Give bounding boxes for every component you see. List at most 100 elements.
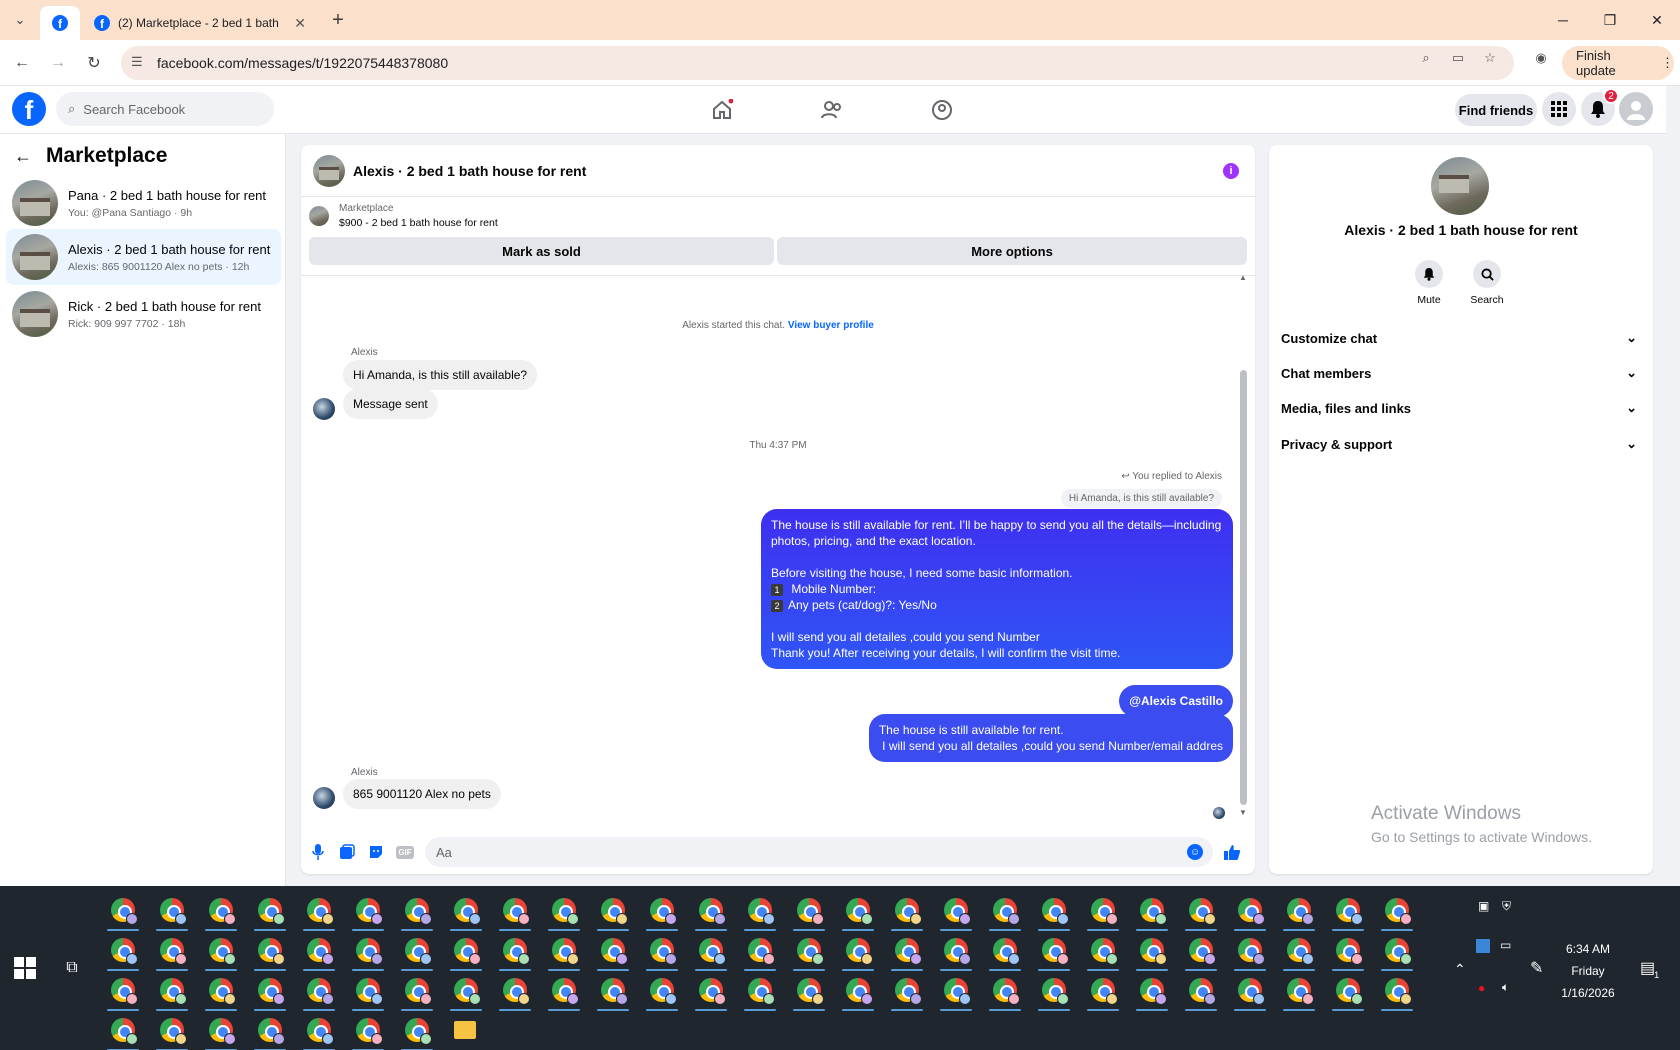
record-indicator-icon[interactable]: ● [1478, 981, 1485, 995]
chat-members-row[interactable]: Chat members ⌄ [1281, 361, 1637, 385]
chrome-profile-taskbar-icon[interactable] [499, 978, 531, 1011]
chrome-profile-taskbar-icon[interactable] [793, 978, 825, 1011]
back-arrow-icon[interactable]: ← [14, 146, 32, 167]
info-panel-title[interactable]: Alexis · 2 bed 1 bath house for rent [1269, 222, 1653, 238]
conversation-item-pana[interactable]: Pana · 2 bed 1 bath house for rent You: … [6, 175, 281, 231]
friends-nav-icon[interactable] [817, 96, 847, 124]
chrome-profile-taskbar-icon[interactable] [1185, 938, 1217, 971]
chrome-profile-taskbar-icon[interactable] [107, 1018, 139, 1050]
emoji-icon[interactable]: ☺ [1187, 844, 1203, 860]
chrome-profile-taskbar-icon[interactable] [156, 978, 188, 1011]
chrome-profile-taskbar-icon[interactable] [450, 978, 482, 1011]
show-hidden-icons-chevron-icon[interactable]: ⌃ [1454, 961, 1466, 978]
scroll-down-arrow-icon[interactable]: ▼ [1239, 808, 1247, 817]
sender-avatar[interactable] [313, 398, 335, 420]
chrome-profile-taskbar-icon[interactable] [940, 938, 972, 971]
chrome-profile-taskbar-icon[interactable] [940, 898, 972, 931]
scrollbar-thumb[interactable] [1240, 370, 1247, 805]
chrome-profile-taskbar-icon[interactable] [499, 938, 531, 971]
new-tab-button[interactable]: + [326, 8, 350, 32]
chrome-profile-taskbar-icon[interactable] [989, 938, 1021, 971]
chrome-profile-taskbar-icon[interactable] [1185, 898, 1217, 931]
chrome-profile-taskbar-icon[interactable] [1087, 978, 1119, 1011]
chrome-profile-taskbar-icon[interactable] [401, 978, 433, 1011]
chrome-profile-taskbar-icon[interactable] [450, 938, 482, 971]
chrome-profile-taskbar-icon[interactable] [597, 978, 629, 1011]
media-files-links-row[interactable]: Media, files and links ⌄ [1281, 396, 1637, 420]
chrome-profile-taskbar-icon[interactable] [254, 978, 286, 1011]
pen-icon[interactable]: ✎ [1530, 958, 1543, 978]
taskbar-clock[interactable]: 6:34 AM Friday 1/16/2026 [1548, 938, 1628, 1004]
forward-button[interactable]: → [44, 49, 72, 77]
display-icon[interactable]: ▭ [1500, 938, 1511, 952]
message-input[interactable]: Aa ☺ [425, 837, 1213, 867]
groups-nav-icon[interactable] [927, 96, 957, 124]
chrome-profile-taskbar-icon[interactable] [1136, 978, 1168, 1011]
volume-icon[interactable]: 🔈︎ [1502, 980, 1509, 995]
profile-icon[interactable]: ◉ [1531, 48, 1551, 68]
chrome-profile-taskbar-icon[interactable] [254, 1018, 286, 1050]
chrome-profile-taskbar-icon[interactable] [303, 978, 335, 1011]
chrome-profile-taskbar-icon[interactable] [940, 978, 972, 1011]
chrome-profile-taskbar-icon[interactable] [891, 898, 923, 931]
message-bubble-incoming[interactable]: 865 9001120 Alex no pets [343, 779, 501, 809]
chrome-profile-taskbar-icon[interactable] [1038, 898, 1070, 931]
chrome-profile-taskbar-icon[interactable] [1381, 938, 1413, 971]
search-facebook-input[interactable]: ⌕ Search Facebook [56, 92, 274, 126]
mention-text[interactable]: @Alexis Castillo [1129, 694, 1223, 708]
chrome-profile-taskbar-icon[interactable] [1038, 938, 1070, 971]
chrome-profile-taskbar-icon[interactable] [646, 898, 678, 931]
mark-as-sold-button[interactable]: Mark as sold [309, 237, 774, 265]
chrome-profile-taskbar-icon[interactable] [303, 938, 335, 971]
chrome-profile-taskbar-icon[interactable] [1185, 978, 1217, 1011]
chrome-profile-taskbar-icon[interactable] [107, 978, 139, 1011]
chrome-profile-taskbar-icon[interactable] [1038, 978, 1070, 1011]
chrome-profile-taskbar-icon[interactable] [156, 1018, 188, 1050]
chrome-profile-taskbar-icon[interactable] [352, 978, 384, 1011]
chrome-profile-taskbar-icon[interactable] [548, 898, 580, 931]
chrome-profile-taskbar-icon[interactable] [695, 978, 727, 1011]
mute-action[interactable]: Mute [1411, 260, 1447, 306]
chrome-profile-taskbar-icon[interactable] [303, 1018, 335, 1050]
chrome-profile-taskbar-icon[interactable] [499, 898, 531, 931]
meet-now-icon[interactable]: ▣ [1478, 899, 1489, 913]
message-bubble-incoming[interactable]: Hi Amanda, is this still available? [343, 360, 538, 390]
sender-avatar[interactable] [313, 787, 335, 809]
chrome-profile-taskbar-icon[interactable] [1234, 938, 1266, 971]
restore-button[interactable]: ❐ [1587, 0, 1633, 40]
finish-update-button[interactable]: Finish update ⋮ [1562, 46, 1674, 80]
chrome-profile-taskbar-icon[interactable] [695, 898, 727, 931]
chrome-profile-taskbar-icon[interactable] [842, 938, 874, 971]
message-bubble-mention[interactable]: @Alexis Castillo [1119, 685, 1233, 717]
security-shield-icon[interactable]: ⛨ [1502, 899, 1511, 914]
microphone-icon[interactable] [309, 843, 327, 861]
chrome-profile-taskbar-icon[interactable] [891, 938, 923, 971]
network-app-icon[interactable] [1476, 939, 1490, 953]
chrome-profile-taskbar-icon[interactable] [1283, 898, 1315, 931]
back-button[interactable]: ← [8, 49, 36, 77]
file-explorer-icon[interactable] [454, 1021, 476, 1039]
message-bubble-outgoing[interactable]: The house is still available for rent. I… [868, 714, 1233, 762]
chrome-profile-taskbar-icon[interactable] [205, 938, 237, 971]
windows-start-icon[interactable] [14, 957, 36, 979]
more-options-button[interactable]: More options [777, 237, 1247, 265]
chrome-profile-taskbar-icon[interactable] [107, 898, 139, 931]
chrome-profile-taskbar-icon[interactable] [205, 978, 237, 1011]
bookmark-star-icon[interactable]: ☆ [1480, 48, 1500, 68]
chrome-profile-taskbar-icon[interactable] [1136, 898, 1168, 931]
chrome-profile-taskbar-icon[interactable] [401, 898, 433, 931]
browser-tab-marketplace[interactable]: f (2) Marketplace - 2 bed 1 bath ✕ [84, 6, 316, 40]
chrome-profile-taskbar-icon[interactable] [842, 898, 874, 931]
chrome-profile-taskbar-icon[interactable] [156, 898, 188, 931]
chrome-profile-taskbar-icon[interactable] [646, 938, 678, 971]
chrome-profile-taskbar-icon[interactable] [1332, 898, 1364, 931]
conversation-item-alexis[interactable]: Alexis · 2 bed 1 bath house for rent Ale… [6, 229, 281, 285]
chrome-profile-taskbar-icon[interactable] [1381, 898, 1413, 931]
chrome-profile-taskbar-icon[interactable] [205, 1018, 237, 1050]
home-nav-icon[interactable] [707, 96, 737, 124]
chrome-profile-taskbar-icon[interactable] [1136, 938, 1168, 971]
chat-scrollbar[interactable]: ▲ ▼ [1239, 273, 1247, 823]
minimize-button[interactable]: ─ [1540, 0, 1586, 40]
chrome-profile-taskbar-icon[interactable] [401, 938, 433, 971]
chrome-profile-taskbar-icon[interactable] [205, 898, 237, 931]
